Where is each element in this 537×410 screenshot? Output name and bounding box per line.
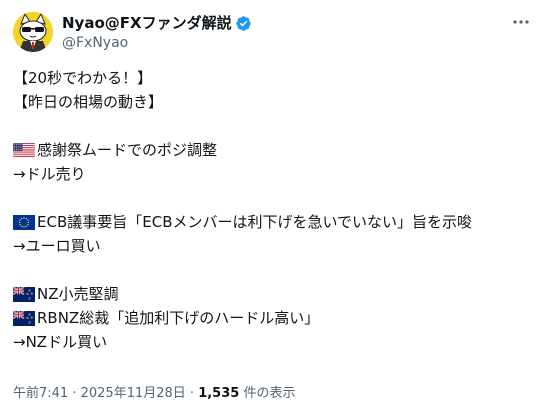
eu-flag-icon	[13, 214, 35, 230]
meta-separator: ·	[68, 386, 81, 401]
tweet-line: ECB議事要旨「ECBメンバーは利下げを急いでいない」旨を示唆	[13, 210, 528, 234]
cat-with-sunglasses-avatar	[13, 12, 53, 52]
views-count[interactable]: 1,535	[198, 386, 239, 401]
meta-separator: ·	[185, 386, 199, 401]
more-options-icon[interactable]	[509, 10, 533, 34]
tweet-line-text: NZ小売堅調	[37, 285, 119, 303]
tweet-line: →ユーロ買い	[13, 234, 528, 258]
tweet-time[interactable]: 午前7:41	[13, 386, 68, 401]
author-display-name[interactable]: Nyao@FXファンダ解説	[62, 13, 232, 33]
tweet-line-text: 感謝祭ムードでのポジ調整	[37, 141, 218, 159]
author-handle[interactable]: @FxNyao	[62, 34, 128, 52]
tweet-line-text: RBNZ総裁「追加利下げのハードル高い」	[37, 309, 320, 327]
views-label: 件の表示	[239, 386, 296, 401]
tweet-line: →ドル売り	[13, 162, 528, 186]
tweet-line: 【20秒でわかる！】	[13, 66, 528, 90]
tweet-line-text: →NZドル買い	[13, 333, 108, 351]
us-flag-icon	[13, 142, 35, 158]
avatar[interactable]	[13, 12, 53, 52]
tweet-card: Nyao@FXファンダ解説 @FxNyao 【20秒でわかる！】 【昨日の相場の動…	[0, 0, 537, 410]
tweet-line-text: ECB議事要旨「ECBメンバーは利下げを急いでいない」旨を示唆	[37, 213, 473, 231]
nz-flag-icon	[13, 310, 35, 326]
tweet-line: 感謝祭ムードでのポジ調整	[13, 138, 528, 162]
verified-badge-icon	[235, 15, 251, 31]
tweet-line-text: →ユーロ買い	[13, 237, 101, 255]
tweet-line: RBNZ総裁「追加利下げのハードル高い」	[13, 306, 528, 330]
tweet-meta: 午前7:41 · 2025年11月28日 · 1,535 件の表示	[13, 385, 295, 403]
tweet-line-text: 【昨日の相場の動き】	[13, 93, 164, 111]
author-name-row[interactable]: Nyao@FXファンダ解説	[62, 13, 252, 33]
tweet-date[interactable]: 2025年11月28日	[81, 386, 186, 401]
tweet-line-text: 【20秒でわかる！】	[13, 69, 153, 87]
tweet-line: 【昨日の相場の動き】	[13, 90, 528, 114]
nz-flag-icon	[13, 286, 35, 302]
tweet-line: →NZドル買い	[13, 330, 528, 354]
tweet-line-text: →ドル売り	[13, 165, 86, 183]
tweet-line: NZ小売堅調	[13, 282, 528, 306]
tweet-text: 【20秒でわかる！】 【昨日の相場の動き】感謝祭ムードでのポジ調整 →ドル売り ECB…	[13, 66, 528, 354]
